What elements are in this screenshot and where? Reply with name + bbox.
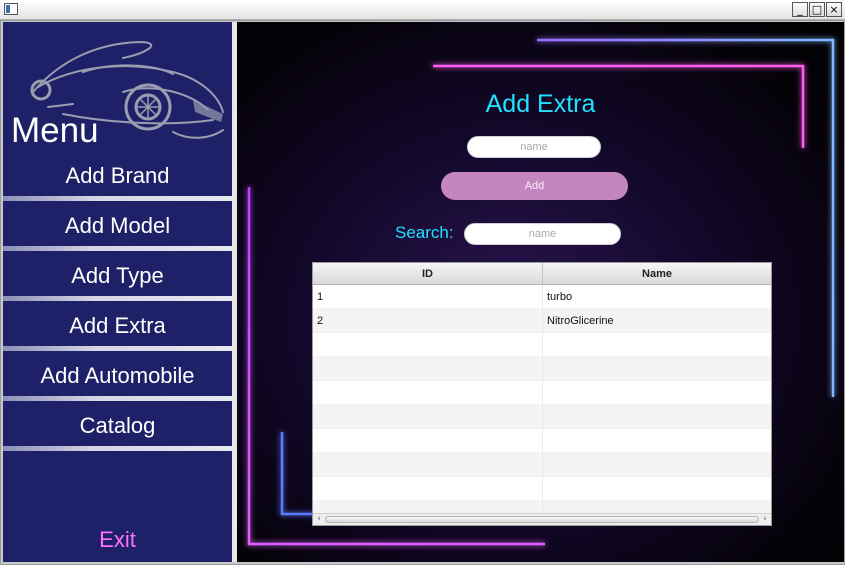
table-row[interactable] <box>313 381 771 405</box>
table-body: 1 turbo 2 NitroGlicerine <box>313 285 771 525</box>
table-row[interactable] <box>313 357 771 381</box>
table-row[interactable] <box>313 429 771 453</box>
nav-add-model[interactable]: Add Model <box>3 201 232 251</box>
cell-name <box>543 477 771 500</box>
cell-id <box>313 477 543 500</box>
cell-name: NitroGlicerine <box>547 314 614 327</box>
horizontal-scrollbar[interactable]: ‹ › <box>313 513 771 525</box>
cell-name <box>543 357 771 380</box>
main-panel: Add Extra Add Search: ID Name 1 turbo 2 Ni… <box>237 22 844 562</box>
cell-id: 1 <box>313 285 543 308</box>
search-input[interactable] <box>464 223 621 245</box>
table-row[interactable] <box>313 477 771 501</box>
column-header-id[interactable]: ID <box>313 263 543 285</box>
table-row[interactable] <box>313 333 771 357</box>
add-extra-button[interactable]: Add <box>441 172 628 200</box>
table-header: ID Name <box>313 263 771 285</box>
exit-button[interactable]: Exit <box>3 522 232 558</box>
cell-id <box>313 381 543 404</box>
cell-id <box>313 357 543 380</box>
table-row[interactable]: 1 turbo <box>313 285 771 309</box>
nav-add-extra[interactable]: Add Extra <box>3 301 232 351</box>
table-row[interactable] <box>313 405 771 429</box>
scroll-left-icon[interactable]: ‹ <box>314 514 324 525</box>
search-label: Search: <box>395 223 454 242</box>
app-icon <box>4 3 18 15</box>
cell-name <box>543 381 771 404</box>
cell-id: 2 <box>313 309 543 332</box>
table-row[interactable] <box>313 453 771 477</box>
nav-catalog[interactable]: Catalog <box>3 401 232 451</box>
cell-name <box>543 453 771 476</box>
sidebar: Menu Add Brand Add Model Add Type Add Ex… <box>3 22 232 562</box>
scrollbar-thumb[interactable] <box>325 516 759 523</box>
cell-id <box>313 453 543 476</box>
maximize-button[interactable]: □ <box>809 2 825 17</box>
extra-name-input[interactable] <box>467 136 601 158</box>
extras-table: ID Name 1 turbo 2 NitroGlicerine ‹ › <box>312 262 772 526</box>
cell-id <box>313 333 543 356</box>
nav-add-automobile[interactable]: Add Automobile <box>3 351 232 401</box>
window-titlebar: _ □ × <box>0 0 845 20</box>
minimize-button[interactable]: _ <box>792 2 808 17</box>
cell-name <box>543 429 771 452</box>
page-title: Add Extra <box>485 90 596 118</box>
nav-add-type[interactable]: Add Type <box>3 251 232 301</box>
cell-id <box>313 405 543 428</box>
cell-name <box>543 405 771 428</box>
cell-name <box>543 333 771 356</box>
menu-title: Menu <box>11 111 99 150</box>
column-header-name[interactable]: Name <box>543 263 771 285</box>
cell-id <box>313 429 543 452</box>
scroll-right-icon[interactable]: › <box>760 514 770 525</box>
table-row[interactable]: 2 NitroGlicerine <box>313 309 771 333</box>
close-button[interactable]: × <box>826 2 842 17</box>
nav-add-brand[interactable]: Add Brand <box>3 151 232 201</box>
cell-name: turbo <box>547 290 573 303</box>
